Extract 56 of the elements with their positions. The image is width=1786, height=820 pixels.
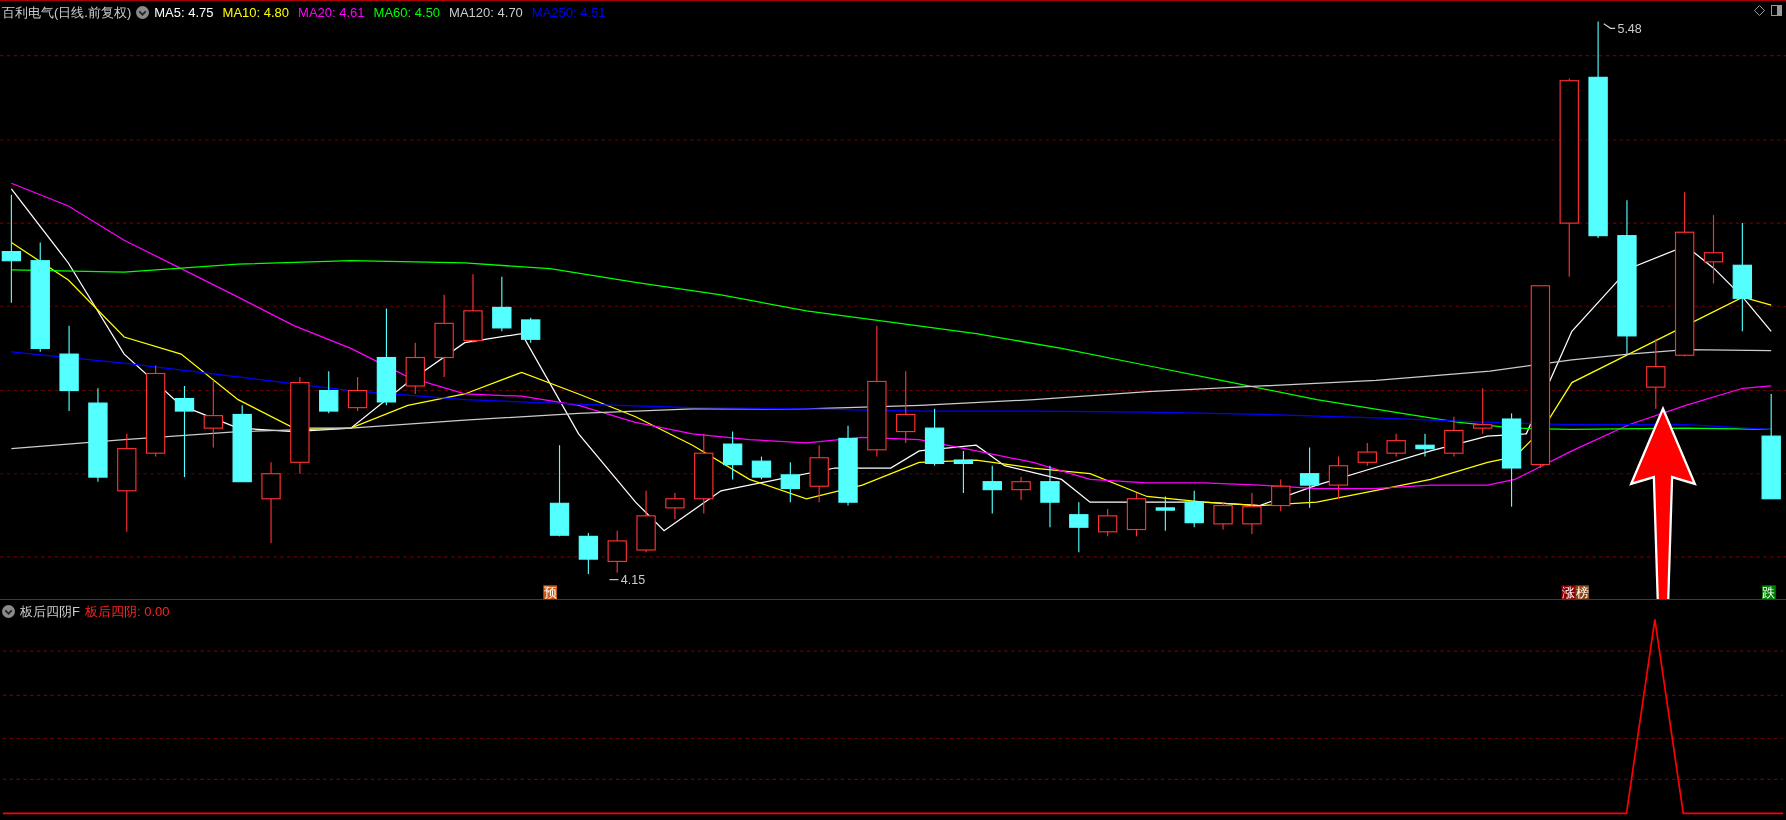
indicator-name: 板后四阴F bbox=[20, 603, 80, 621]
candlestick bbox=[1040, 465, 1060, 528]
candlestick bbox=[347, 376, 368, 412]
candlestick bbox=[953, 450, 974, 494]
moving-average-reading: MA120: 4.70 bbox=[449, 4, 523, 22]
candlestick bbox=[665, 492, 685, 520]
candlestick bbox=[924, 408, 945, 467]
candlestick bbox=[521, 317, 541, 344]
candlestick bbox=[1473, 387, 1493, 435]
signal-tag: 跌 bbox=[1762, 585, 1776, 599]
candlestick bbox=[1444, 416, 1464, 458]
indicator-reading: 板后四阴: 0.00 bbox=[84, 603, 170, 621]
candlestick bbox=[1184, 490, 1204, 528]
candlestick bbox=[751, 456, 772, 480]
signal-tag: 涨 bbox=[1561, 585, 1576, 599]
candlestick bbox=[492, 276, 512, 332]
candlestick bbox=[636, 490, 656, 553]
moving-average-reading: MA250: 4.51 bbox=[531, 4, 606, 22]
candlestick bbox=[982, 465, 1002, 515]
moving-average-reading: MA10: 4.80 bbox=[222, 4, 290, 22]
candlestick bbox=[1126, 492, 1147, 537]
candlestick bbox=[607, 530, 627, 574]
candlestick bbox=[203, 379, 223, 449]
candlestick bbox=[1328, 456, 1349, 500]
candlestick bbox=[319, 370, 339, 414]
candlestick bbox=[578, 532, 599, 575]
collapse-icon[interactable] bbox=[136, 6, 150, 20]
candlestick bbox=[1155, 495, 1176, 532]
candlestick bbox=[722, 431, 743, 480]
candlestick bbox=[1646, 338, 1666, 410]
candlestick bbox=[463, 273, 483, 344]
moving-average-reading: MA60: 4.50 bbox=[373, 4, 441, 22]
chart-title: 百利电气(日线.前复权) bbox=[2, 4, 132, 22]
diamond-icon[interactable] bbox=[1754, 5, 1765, 16]
candlestick bbox=[405, 342, 425, 395]
candlestick bbox=[1069, 501, 1089, 553]
candlestick bbox=[1098, 508, 1118, 537]
candlestick bbox=[1213, 501, 1233, 531]
candlestick bbox=[1357, 442, 1377, 467]
signal-tag: 榜 bbox=[1575, 585, 1589, 599]
candlestick bbox=[780, 461, 800, 503]
candlestick bbox=[1299, 446, 1320, 509]
candlestick bbox=[809, 444, 829, 503]
panel-toggle-icon[interactable] bbox=[1771, 5, 1782, 16]
low-price-label: 4.15 bbox=[608, 573, 646, 588]
candlestick bbox=[1703, 214, 1724, 285]
moving-average-reading: MA20: 4.61 bbox=[298, 4, 365, 22]
candlestick bbox=[1271, 478, 1291, 512]
candlestick bbox=[1242, 492, 1262, 535]
moving-average-reading: MA5: 4.75 bbox=[154, 4, 214, 22]
candlestick bbox=[1386, 433, 1406, 458]
high-price-label: 5.48 bbox=[1603, 21, 1642, 36]
candlestick bbox=[1415, 433, 1435, 458]
candlestick bbox=[1011, 476, 1031, 501]
signal-tag: 预 bbox=[543, 585, 557, 599]
collapse-icon[interactable] bbox=[2, 605, 15, 619]
